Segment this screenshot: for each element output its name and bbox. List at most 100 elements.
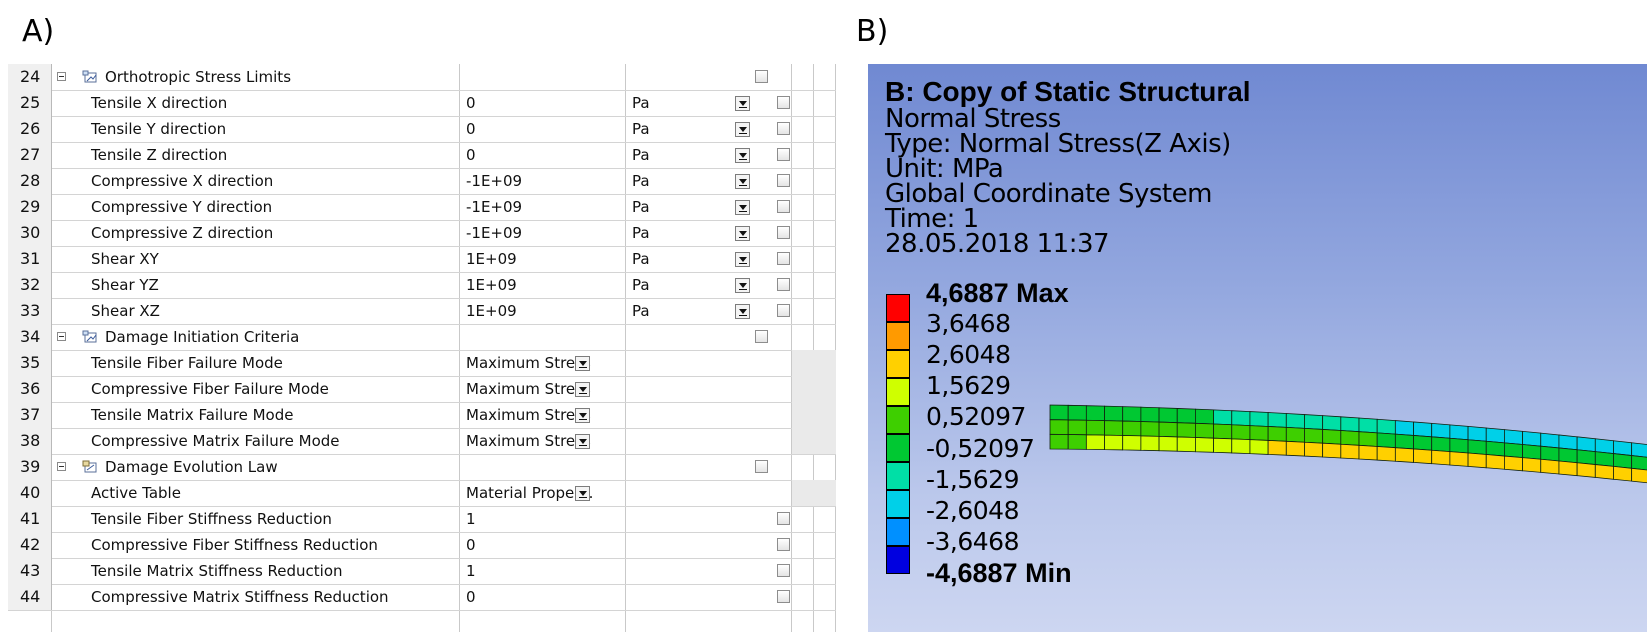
property-row[interactable]: 32 Shear YZ 1E+09 Pa bbox=[8, 272, 836, 299]
beam-mesh bbox=[1049, 404, 1647, 484]
unit-dropdown-icon[interactable] bbox=[735, 226, 750, 241]
property-name: Compressive Matrix Failure Mode bbox=[91, 432, 340, 450]
property-value[interactable]: -1E+09 bbox=[460, 168, 626, 194]
group-checkbox[interactable] bbox=[755, 330, 768, 343]
result-viewport[interactable]: B: Copy of Static Structural Normal Stre… bbox=[868, 64, 1647, 632]
unit-dropdown-icon[interactable] bbox=[735, 122, 750, 137]
collapse-toggle-icon[interactable] bbox=[57, 72, 66, 81]
unit-value[interactable]: Pa bbox=[626, 142, 792, 168]
unit-value[interactable]: Pa bbox=[626, 298, 792, 324]
unit-dropdown-icon[interactable] bbox=[735, 278, 750, 293]
property-row[interactable]: 31 Shear XY 1E+09 Pa bbox=[8, 246, 836, 273]
group-checkbox[interactable] bbox=[755, 460, 768, 473]
unit-value[interactable]: Pa bbox=[626, 168, 792, 194]
parameter-checkbox[interactable] bbox=[777, 96, 790, 109]
parameter-checkbox[interactable] bbox=[777, 226, 790, 239]
unit-value[interactable]: Pa bbox=[626, 90, 792, 116]
unit-value[interactable]: Pa bbox=[626, 246, 792, 272]
property-name: Compressive X direction bbox=[91, 172, 274, 190]
value-dropdown-icon[interactable] bbox=[575, 486, 590, 501]
property-value[interactable]: 1E+09 bbox=[460, 246, 626, 272]
property-value[interactable]: Maximum Stress bbox=[460, 402, 626, 428]
mesh-element bbox=[1213, 409, 1233, 426]
property-row[interactable]: 38 Compressive Matrix Failure Mode Maximum… bbox=[8, 428, 836, 455]
parameter-checkbox[interactable] bbox=[777, 590, 790, 603]
property-value[interactable]: -1E+09 bbox=[460, 194, 626, 220]
collapse-toggle-icon[interactable] bbox=[57, 332, 66, 341]
property-row[interactable]: 35 Tensile Fiber Failure Mode Maximum Stre… bbox=[8, 350, 836, 377]
property-value[interactable]: Maximum Stress bbox=[460, 376, 626, 402]
property-value[interactable]: 0 bbox=[460, 142, 626, 168]
collapse-toggle-icon[interactable] bbox=[57, 462, 66, 471]
property-row[interactable]: 30 Compressive Z direction -1E+09 Pa bbox=[8, 220, 836, 247]
mesh-element bbox=[1613, 465, 1633, 482]
property-value[interactable]: Maximum Stress bbox=[460, 428, 626, 454]
property-row[interactable]: 39 Damage Evolution Law bbox=[8, 454, 836, 481]
property-row[interactable]: 27 Tensile Z direction 0 Pa bbox=[8, 142, 836, 169]
property-value[interactable]: Material Proper... bbox=[460, 480, 626, 506]
unit-value[interactable]: Pa bbox=[626, 272, 792, 298]
value-dropdown-icon[interactable] bbox=[575, 434, 590, 449]
unit-dropdown-icon[interactable] bbox=[735, 96, 750, 111]
property-row[interactable]: 25 Tensile X direction 0 Pa bbox=[8, 90, 836, 117]
group-checkbox[interactable] bbox=[755, 70, 768, 83]
property-row[interactable]: 33 Shear XZ 1E+09 Pa bbox=[8, 298, 836, 325]
parameter-checkbox[interactable] bbox=[777, 200, 790, 213]
disabled-cell bbox=[792, 428, 814, 454]
property-value[interactable]: 1E+09 bbox=[460, 298, 626, 324]
parameter-checkbox[interactable] bbox=[777, 148, 790, 161]
unit-dropdown-icon[interactable] bbox=[735, 200, 750, 215]
unit-dropdown-icon[interactable] bbox=[735, 174, 750, 189]
parameter-checkbox[interactable] bbox=[777, 278, 790, 291]
property-value[interactable]: -1E+09 bbox=[460, 220, 626, 246]
property-value[interactable]: 0 bbox=[460, 116, 626, 142]
property-value[interactable]: 1 bbox=[460, 558, 626, 584]
parameter-checkbox[interactable] bbox=[777, 174, 790, 187]
mesh-element bbox=[1122, 420, 1142, 437]
property-row[interactable]: 34 Damage Initiation Criteria bbox=[8, 324, 836, 351]
property-value[interactable]: 0 bbox=[460, 532, 626, 558]
unit-dropdown-icon[interactable] bbox=[735, 304, 750, 319]
mesh-element bbox=[1431, 449, 1451, 466]
value-dropdown-icon[interactable] bbox=[575, 356, 590, 371]
parameter-checkbox[interactable] bbox=[777, 122, 790, 135]
property-row[interactable]: 26 Tensile Y direction 0 Pa bbox=[8, 116, 836, 143]
row-number: 34 bbox=[8, 324, 52, 350]
parameter-checkbox[interactable] bbox=[777, 304, 790, 317]
disabled-cell bbox=[814, 480, 836, 506]
unit-dropdown-icon[interactable] bbox=[735, 252, 750, 267]
unit-value[interactable]: Pa bbox=[626, 194, 792, 220]
unit-dropdown-icon[interactable] bbox=[735, 148, 750, 163]
property-row[interactable]: 36 Compressive Fiber Failure Mode Maximum … bbox=[8, 376, 836, 403]
mesh-element bbox=[1358, 417, 1378, 434]
parameter-checkbox[interactable] bbox=[777, 538, 790, 551]
value-dropdown-icon[interactable] bbox=[575, 382, 590, 397]
property-value[interactable]: 0 bbox=[460, 584, 626, 610]
property-row[interactable]: 37 Tensile Matrix Failure Mode Maximum Str… bbox=[8, 402, 836, 429]
unit-value[interactable]: Pa bbox=[626, 116, 792, 142]
property-row[interactable]: 43 Tensile Matrix Stiffness Reduction 1 bbox=[8, 558, 836, 585]
property-row[interactable]: 41 Tensile Fiber Stiffness Reduction 1 bbox=[8, 506, 836, 533]
property-value[interactable]: 0 bbox=[460, 90, 626, 116]
property-row[interactable]: 44 Compressive Matrix Stiffness Reduction… bbox=[8, 584, 836, 611]
property-value[interactable]: Maximum Stress bbox=[460, 350, 626, 376]
property-row[interactable]: 42 Compressive Fiber Stiffness Reduction 0 bbox=[8, 532, 836, 559]
parameter-checkbox[interactable] bbox=[777, 252, 790, 265]
row-number: 44 bbox=[8, 584, 52, 610]
property-value[interactable]: 1 bbox=[460, 506, 626, 532]
mesh-element bbox=[1285, 440, 1305, 457]
property-row[interactable]: 28 Compressive X direction -1E+09 Pa bbox=[8, 168, 836, 195]
property-row[interactable]: 40 Active Table Material Proper... bbox=[8, 480, 836, 507]
property-row[interactable]: 24 Orthotropic Stress Limits bbox=[8, 64, 836, 91]
mesh-element bbox=[1267, 426, 1287, 442]
mesh-element bbox=[1358, 431, 1378, 447]
mesh-element bbox=[1467, 452, 1487, 469]
value-dropdown-icon[interactable] bbox=[575, 408, 590, 423]
mesh-element bbox=[1213, 437, 1233, 454]
parameter-checkbox[interactable] bbox=[777, 512, 790, 525]
unit-value[interactable]: Pa bbox=[626, 220, 792, 246]
parameter-checkbox[interactable] bbox=[777, 564, 790, 577]
mesh-element bbox=[1522, 457, 1542, 473]
property-value[interactable]: 1E+09 bbox=[460, 272, 626, 298]
property-row[interactable]: 29 Compressive Y direction -1E+09 Pa bbox=[8, 194, 836, 221]
